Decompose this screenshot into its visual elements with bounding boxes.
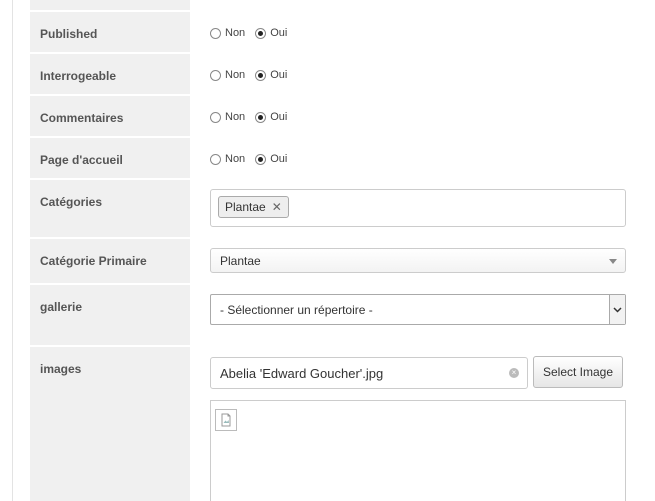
interrogeable-label: Interrogeable [40,69,117,83]
image-filename-value: Abelia 'Edward Goucher'.jpg [220,365,384,381]
page-accueil-non-radio[interactable]: Non [210,153,245,165]
gallery-directory-select[interactable]: - Sélectionner un répertoire - [210,294,626,325]
label-cell: gallerie [30,285,190,347]
commentaires-radio-group: Non Oui [210,96,297,138]
page-accueil-radio-group: Non Oui [210,138,297,180]
form-row-images: images Abelia 'Edward Goucher'.jpg × Sel… [30,347,655,501]
primary-category-value: Plantae [220,253,261,268]
label-cell: images [30,347,190,501]
select-image-button[interactable]: Select Image [533,356,623,388]
radio-unchecked-icon [210,111,221,123]
images-label: images [40,362,82,376]
form-row-published: Published Non Oui [30,12,655,54]
categories-label: Catégories [40,195,103,209]
page-accueil-oui-radio[interactable]: Oui [255,153,287,165]
gallery-label: gallerie [40,300,83,314]
radio-unchecked-icon [210,27,221,39]
chevron-down-icon [609,295,625,324]
radio-checked-icon [255,69,267,81]
page-accueil-label: Page d'accueil [40,153,123,167]
label-cell: Published [30,12,190,54]
label-cell [30,0,190,12]
radio-unchecked-icon [210,153,221,165]
chevron-down-icon [609,258,617,264]
interrogeable-non-radio[interactable]: Non [210,69,245,81]
label-cell: Commentaires [30,96,190,138]
commentaires-oui-radio[interactable]: Oui [255,111,287,123]
published-label: Published [40,27,98,41]
category-tag-plantae: Plantae ✕ [218,196,289,218]
remove-tag-icon[interactable]: ✕ [272,200,282,214]
interrogeable-oui-radio[interactable]: Oui [255,69,287,81]
form-row-previous [30,0,655,12]
label-cell: Page d'accueil [30,138,190,180]
form-row-categories: Catégories Plantae ✕ [30,180,655,239]
form-row-primary-category: Catégorie Primaire Plantae [30,239,655,285]
primary-category-select[interactable]: Plantae [210,248,626,273]
form-row-interrogeable: Interrogeable Non Oui [30,54,655,96]
gallery-value: - Sélectionner un répertoire - [220,302,373,317]
image-filename-input[interactable]: Abelia 'Edward Goucher'.jpg × [210,357,528,389]
categories-tag-input[interactable]: Plantae ✕ [210,189,626,227]
label-cell: Catégorie Primaire [30,239,190,285]
interrogeable-radio-group: Non Oui [210,54,297,96]
label-cell: Catégories [30,180,190,239]
broken-image-icon [215,409,237,431]
published-non-radio[interactable]: Non [210,27,245,39]
radio-checked-icon [255,153,267,165]
radio-checked-icon [255,111,267,123]
primary-category-label: Catégorie Primaire [40,254,147,268]
label-cell: Interrogeable [30,54,190,96]
radio-unchecked-icon [210,69,221,81]
commentaires-label: Commentaires [40,111,124,125]
published-oui-radio[interactable]: Oui [255,27,287,39]
radio-checked-icon [255,27,267,39]
image-preview-area [210,400,626,501]
form-row-gallery: gallerie - Sélectionner un répertoire - [30,285,655,347]
page-left-border [12,0,13,501]
clear-icon[interactable]: × [509,368,519,378]
article-options-form: Published Non Oui Interrogeable Non Oui … [30,0,655,501]
commentaires-non-radio[interactable]: Non [210,111,245,123]
published-radio-group: Non Oui [210,12,297,54]
form-row-commentaires: Commentaires Non Oui [30,96,655,138]
form-row-page-accueil: Page d'accueil Non Oui [30,138,655,180]
